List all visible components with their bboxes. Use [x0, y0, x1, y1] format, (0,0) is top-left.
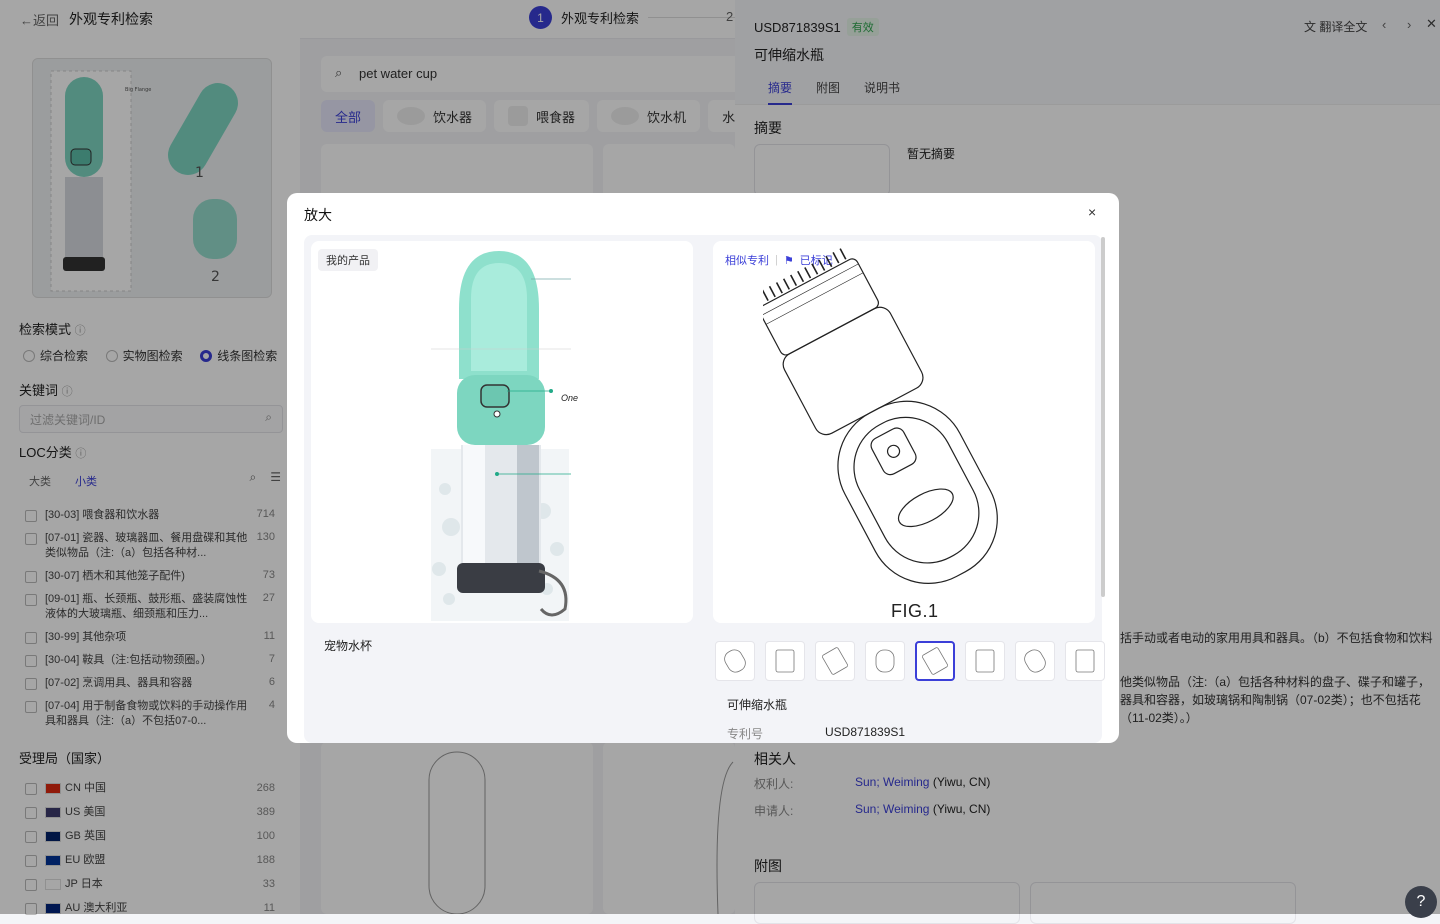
my-product-image-panel: 我的产品 One	[311, 241, 693, 623]
patent-line-drawing	[763, 248, 998, 584]
figure-thumbnail[interactable]	[1015, 641, 1055, 681]
figure-thumbnail[interactable]	[815, 641, 855, 681]
figure-thumbnail[interactable]	[965, 641, 1005, 681]
modal-title: 放大	[304, 207, 332, 223]
figure-thumbnail[interactable]	[915, 641, 955, 681]
similar-patent-image-panel: 相似专利 | ⚑ 已标记 FIG.1	[713, 241, 1095, 623]
figure-thumbnail[interactable]	[765, 641, 805, 681]
figure-thumbnail-drawing	[875, 649, 895, 673]
pet-water-cup-illustration	[431, 251, 571, 621]
help-button[interactable]: ?	[1405, 886, 1437, 918]
figure-thumbnail[interactable]	[865, 641, 905, 681]
figure-thumbnail-drawing	[922, 647, 948, 675]
patent-number-row: 专利号 USD871839S1	[727, 725, 905, 742]
figure-thumbnail[interactable]	[715, 641, 755, 681]
figure-thumbnail-drawing	[1075, 649, 1095, 673]
patent-number-value: USD871839S1	[825, 725, 906, 739]
figure-thumbnail-strip	[715, 641, 1105, 681]
figure-thumbnail-drawing	[724, 649, 746, 673]
figure-thumbnail[interactable]	[1065, 641, 1105, 681]
figure-thumbnail-drawing	[775, 649, 795, 673]
similar-patent-title: 可伸缩水瓶	[727, 698, 788, 712]
modal-body: 我的产品 One 宠物水杯 相似专利 | ⚑ 已标记 FIG.1 可伸缩水瓶 专…	[304, 235, 1105, 743]
zoom-modal: 放大 × 我的产品 One 宠物水杯 相似专利 | ⚑ 已标记 FIG.1 可伸…	[287, 193, 1119, 743]
figure-thumbnail-drawing	[975, 649, 995, 673]
figure-thumbnail-drawing	[822, 647, 848, 675]
modal-scrollbar[interactable]	[1101, 237, 1105, 597]
close-icon[interactable]: ×	[1088, 204, 1096, 220]
figure-thumbnail-drawing	[1024, 649, 1046, 673]
patent-number-label: 专利号	[727, 727, 764, 741]
product-callout: One	[561, 393, 579, 403]
my-product-tag: 我的产品	[318, 249, 378, 271]
figure-label: FIG.1	[891, 601, 939, 621]
my-product-name: 宠物水杯	[324, 639, 373, 653]
